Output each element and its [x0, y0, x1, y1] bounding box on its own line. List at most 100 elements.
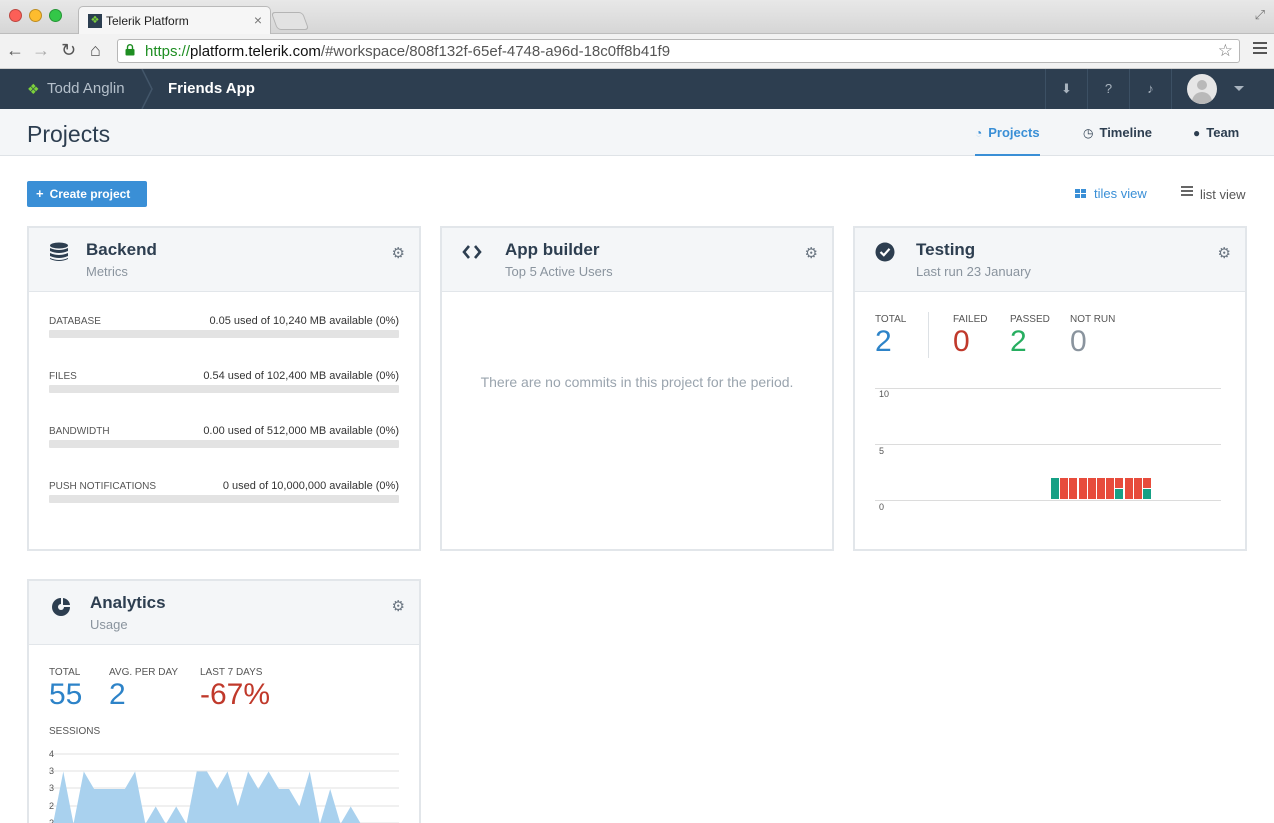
gear-icon[interactable]: ⚙ — [805, 244, 818, 262]
stat-label: TOTAL — [49, 667, 81, 678]
zoom-window-button[interactable] — [49, 9, 62, 22]
metric-label: BANDWIDTH — [49, 426, 110, 437]
stat-avg-per-day: AVG. PER DAY 2 — [109, 667, 178, 712]
list-icon — [1181, 186, 1193, 198]
forward-arrow-icon[interactable]: → — [32, 40, 50, 61]
stat-value: 2 — [109, 678, 126, 711]
y-tick-label: 3 — [49, 766, 54, 776]
metric-value: 0.54 used of 102,400 MB available (0%) — [203, 370, 399, 382]
reload-icon[interactable]: ↻ — [61, 40, 76, 61]
close-window-button[interactable] — [9, 9, 22, 22]
minimize-window-button[interactable] — [29, 9, 42, 22]
gear-icon[interactable]: ⚙ — [392, 597, 405, 615]
stat-value: 55 — [49, 678, 83, 711]
test-bar — [1087, 477, 1096, 500]
plus-icon: + — [36, 186, 44, 201]
chevron-down-icon[interactable] — [1234, 86, 1244, 91]
card-header: Backend Metrics ⚙ — [29, 228, 419, 292]
test-bar — [1097, 477, 1105, 500]
stat-value: 0 — [953, 325, 970, 358]
account-breadcrumb[interactable]: ❖ Todd Anglin — [0, 69, 148, 109]
test-results-chart: 10 5 0 — [875, 388, 1221, 512]
test-bar — [1124, 477, 1133, 500]
tab-projects[interactable]: ◔ Projects — [975, 109, 1040, 156]
metric-label: FILES — [49, 371, 77, 382]
app-breadcrumb[interactable]: Friends App — [168, 80, 255, 97]
download-icon[interactable]: ⬇ — [1045, 69, 1087, 109]
lock-icon — [125, 44, 135, 56]
test-bar — [1106, 477, 1115, 500]
card-subtitle: Last run 23 January — [916, 264, 1031, 279]
backend-card: Backend Metrics ⚙ DATABASE 0.05 used of … — [27, 226, 421, 551]
app-builder-card: App builder Top 5 Active Users ⚙ There a… — [440, 226, 834, 551]
test-bar — [1115, 477, 1124, 489]
testing-card: Testing Last run 23 January ⚙ TOTAL 2 FA… — [853, 226, 1247, 551]
stat-value: -67% — [200, 678, 271, 711]
stat-label: FAILED — [953, 314, 988, 325]
user-menu[interactable] — [1171, 69, 1274, 109]
empty-message: There are no commits in this project for… — [480, 374, 794, 390]
test-bar — [1060, 477, 1069, 500]
y-tick-label: 10 — [879, 389, 890, 399]
tiles-view-button[interactable]: tiles view — [1075, 186, 1147, 201]
test-bar — [1078, 477, 1087, 500]
metric-value: 0.00 used of 512,000 MB available (0%) — [203, 425, 399, 437]
list-view-button[interactable]: list view — [1181, 186, 1246, 202]
stat-value: 2 — [875, 325, 892, 358]
sessions-area — [53, 771, 361, 823]
card-title: Analytics — [90, 593, 166, 612]
pie-chart-icon — [52, 598, 70, 616]
bookmark-star-icon[interactable]: ☆ — [1218, 41, 1233, 61]
new-tab-button[interactable] — [270, 12, 310, 30]
user-icon: ● — [1193, 126, 1201, 140]
y-tick-label: 5 — [879, 446, 885, 456]
stat-label: PASSED — [1010, 314, 1050, 325]
card-subtitle: Top 5 Active Users — [505, 264, 613, 279]
create-project-button[interactable]: + Create project — [27, 181, 147, 207]
metric-bar — [49, 330, 399, 338]
browser-toolbar: ← → ↻ ⌂ https://platform.telerik.com/#wo… — [0, 34, 1274, 69]
y-tick-label: 4 — [49, 749, 54, 759]
stat-total: TOTAL 55 — [49, 667, 82, 712]
metric-label: PUSH NOTIFICATIONS — [49, 481, 157, 492]
tab-close-icon[interactable]: × — [254, 12, 262, 28]
sessions-chart: 4 3 3 2 2 — [49, 749, 399, 823]
gear-icon[interactable]: ⚙ — [392, 244, 405, 262]
tab-team[interactable]: ● Team — [1193, 109, 1239, 156]
address-bar[interactable]: https://platform.telerik.com/#workspace/… — [117, 39, 1240, 63]
metric-label: DATABASE — [49, 316, 101, 327]
home-icon[interactable]: ⌂ — [90, 40, 101, 61]
avatar[interactable] — [1187, 74, 1217, 104]
stat-label: AVG. PER DAY — [109, 667, 179, 678]
card-header: Testing Last run 23 January ⚙ — [855, 228, 1245, 292]
browser-tab[interactable]: ❖ Telerik Platform × — [78, 6, 271, 35]
y-tick-label: 2 — [49, 818, 54, 823]
breadcrumb-chevron-icon — [141, 69, 153, 109]
analytics-card: Analytics Usage ⚙ TOTAL 55 AVG. PER DAY … — [27, 579, 421, 823]
browser-menu-icon[interactable] — [1253, 42, 1267, 57]
tab-timeline[interactable]: ◷ Timeline — [1083, 109, 1152, 156]
browser-tabbar: ❖ Telerik Platform × ⤢ — [0, 0, 1274, 35]
card-title: Testing — [916, 240, 976, 259]
back-arrow-icon[interactable]: ← — [6, 40, 24, 61]
url-text: https://platform.telerik.com/#workspace/… — [145, 43, 671, 60]
gear-icon[interactable]: ⚙ — [1218, 244, 1231, 262]
check-circle-icon — [875, 242, 895, 262]
y-tick-label: 0 — [879, 502, 885, 512]
telerik-logo-icon: ❖ — [27, 81, 40, 97]
stat-label: NOT RUN — [1070, 314, 1116, 325]
app-navbar: ❖ Todd Anglin Friends App ⬇ ? ♪ — [0, 69, 1274, 109]
stat-passed: PASSED 2 — [1010, 314, 1050, 359]
test-bar — [1143, 488, 1151, 500]
fullscreen-icon[interactable]: ⤢ — [1255, 7, 1265, 23]
help-icon[interactable]: ? — [1087, 69, 1129, 109]
test-bar — [1051, 477, 1059, 500]
account-name: Todd Anglin — [47, 80, 125, 97]
metric-bar — [49, 495, 399, 503]
stat-label: LAST 7 DAYS — [200, 667, 263, 678]
sessions-label: SESSIONS — [49, 726, 101, 737]
card-title: App builder — [505, 240, 600, 259]
bell-icon[interactable]: ♪ — [1129, 69, 1171, 109]
telerik-favicon-icon: ❖ — [88, 14, 102, 28]
gridline — [875, 444, 1221, 445]
